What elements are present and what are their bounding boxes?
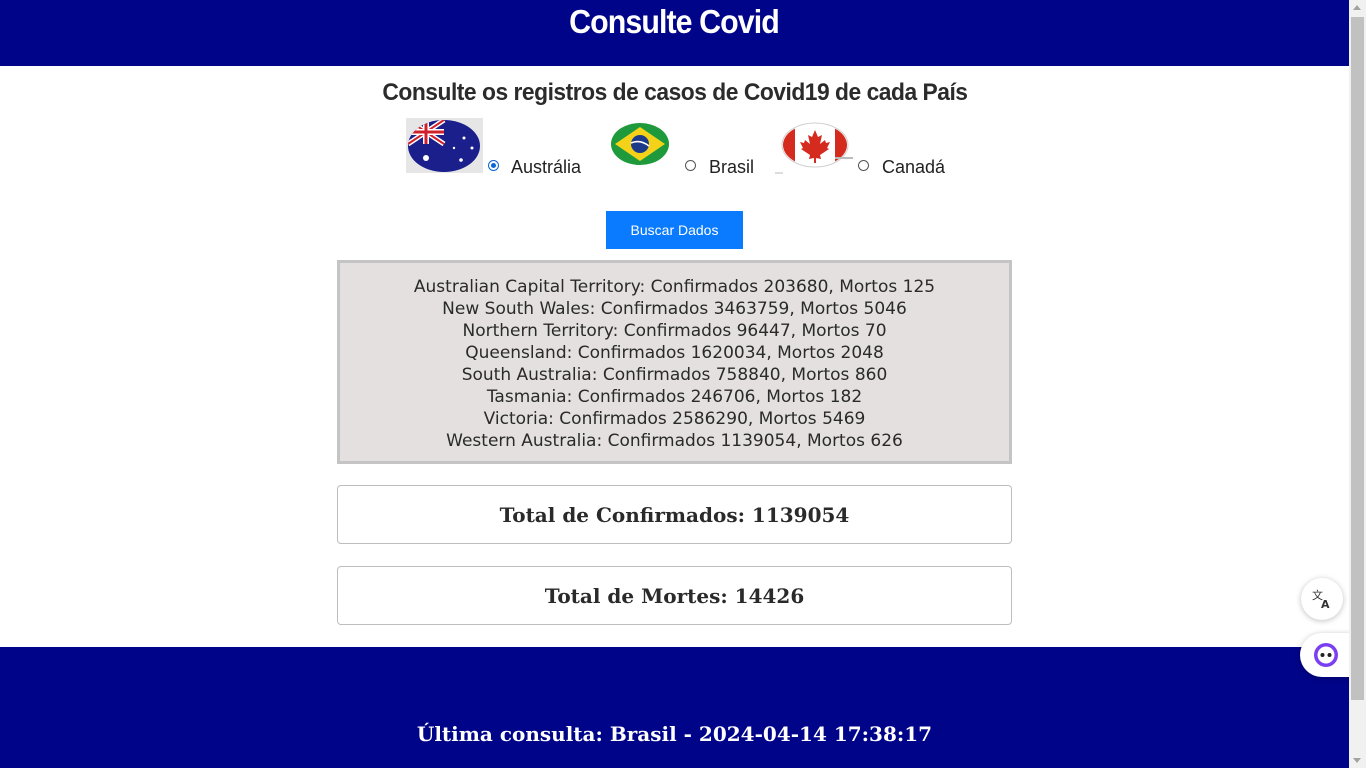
brazil-flag-icon [611,123,669,165]
label-canada: Canadá [882,157,946,177]
canada-flag-icon [775,122,853,174]
subtitle-text: Consulte os registros de casos de Covid1… [381,79,968,106]
result-line: Western Australia: Confirmados 1139054, … [446,431,903,451]
scroll-down-arrow-icon[interactable] [1353,758,1361,763]
total-confirmed-box: Total de Confirmados: 1139054 [337,485,1012,544]
total-deaths: Total de Mortes: 14426 [544,583,805,608]
result-line: New South Wales: Confirmados 3463759, Mo… [442,299,907,319]
assistant-icon [1314,643,1338,667]
result-line: South Australia: Confirmados 758840, Mor… [461,365,888,385]
label-australia: Austrália [511,157,582,177]
scroll-up-arrow-icon[interactable] [1353,5,1361,10]
result-line: Australian Capital Territory: Confirmado… [413,277,936,297]
page-title: Consulte Covid [569,3,781,40]
translate-button[interactable]: 文 A [1301,578,1343,620]
page: Consulte Covid Consulte os registros de … [0,0,1349,768]
results-panel: Australian Capital Territory: Confirmado… [337,260,1012,464]
country-selector: Austrália Brasil Canadá [0,117,1349,183]
last-query: Última consulta: Brasil - 2024-04-14 17:… [416,722,933,746]
result-line: Northern Territory: Confirmados 96447, M… [462,321,887,341]
translate-icon: 文 A [1312,588,1330,610]
vertical-scrollbar[interactable] [1349,0,1366,768]
australia-flag-icon [406,118,483,173]
label-brasil: Brasil [709,157,755,177]
total-confirmed: Total de Confirmados: 1139054 [499,502,850,527]
scrollbar-thumb[interactable] [1351,17,1364,700]
radio-brasil[interactable] [685,160,696,171]
subtitle: Consulte os registros de casos de Covid1… [0,79,1349,107]
total-deaths-box: Total de Mortes: 14426 [337,566,1012,625]
footer: Última consulta: Brasil - 2024-04-14 17:… [0,647,1349,768]
svg-text:A: A [1321,598,1330,610]
result-line: Tasmania: Confirmados 246706, Mortos 182 [486,387,863,407]
header: Consulte Covid [0,0,1349,66]
search-button[interactable]: Buscar Dados [606,211,743,249]
radio-canada[interactable] [858,160,869,171]
result-line: Victoria: Confirmados 2586290, Mortos 54… [483,409,866,429]
result-line: Queensland: Confirmados 1620034, Mortos … [465,343,884,363]
radio-australia[interactable] [488,160,499,171]
